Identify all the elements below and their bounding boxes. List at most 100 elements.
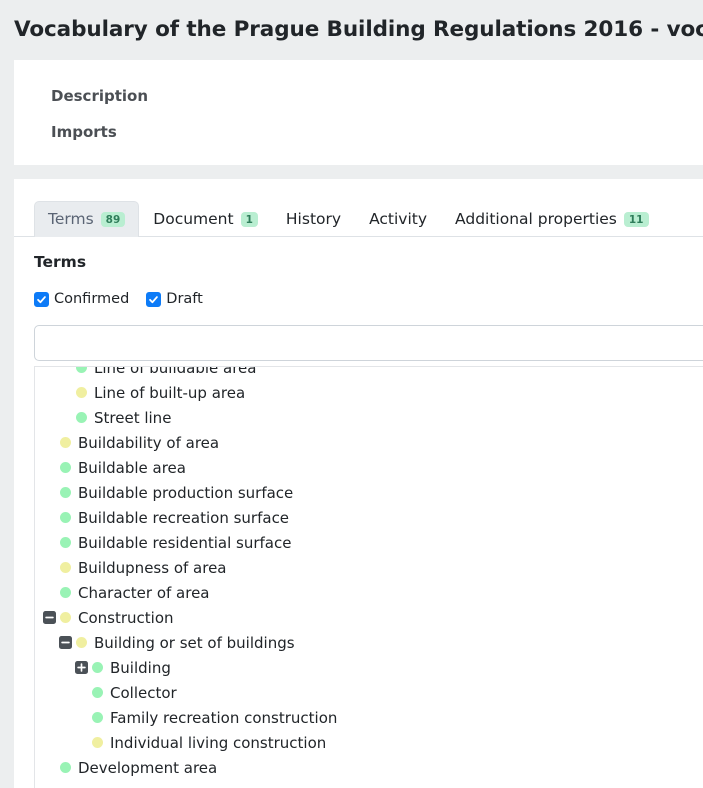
status-dot-confirmed — [60, 487, 71, 498]
checkbox-confirmed[interactable] — [34, 291, 49, 307]
tree-node-label: Line of built-up area — [94, 383, 246, 402]
terms-panel: Terms Confirmed Draft Line of buildable … — [14, 237, 703, 788]
filter-confirmed-label: Confirmed — [54, 291, 130, 307]
tree-node-label: Character of area — [78, 583, 210, 602]
search-input[interactable] — [34, 325, 703, 361]
status-dot-confirmed — [60, 537, 71, 548]
tree-node-label: Collector — [110, 683, 177, 702]
tree-node-label: Buildability of area — [78, 433, 220, 452]
imports-label[interactable]: Imports — [14, 114, 703, 150]
status-dot-draft — [60, 437, 71, 448]
tree-node[interactable]: Family recreation construction — [35, 705, 703, 730]
tree-node[interactable]: Development area — [35, 755, 703, 780]
collapse-icon[interactable] — [59, 636, 72, 649]
tab-label: Document — [153, 209, 234, 228]
tree-node[interactable]: Construction — [35, 605, 703, 630]
tree-node[interactable]: Buildable recreation surface — [35, 505, 703, 530]
tree-node-label: Construction — [78, 608, 174, 627]
status-dot-confirmed — [60, 762, 71, 773]
vocabulary-meta-card: Description Imports — [14, 60, 703, 165]
status-dot-confirmed — [92, 712, 103, 723]
status-dot-confirmed — [92, 662, 103, 673]
tree-node[interactable]: Building or set of buildings — [35, 630, 703, 655]
tree-node-label: Buildable production surface — [78, 483, 294, 502]
tree-node-label: Buildable recreation surface — [78, 508, 290, 527]
status-dot-confirmed — [76, 412, 87, 423]
page-root: Vocabulary of the Prague Building Regula… — [0, 0, 703, 788]
filter-draft-label: Draft — [166, 291, 203, 307]
tabs-card: Terms 89 Document 1 History Activity Additiona… — [14, 179, 703, 788]
tab-activity[interactable]: Activity — [355, 201, 441, 237]
panel-heading: Terms — [34, 253, 87, 271]
tree-node[interactable]: Line of built-up area — [35, 380, 703, 405]
tab-document[interactable]: Document 1 — [139, 201, 272, 237]
tree-node[interactable]: Building — [35, 655, 703, 680]
tree-node[interactable]: Street line — [35, 405, 703, 430]
terms-tree-container[interactable]: Line of buildable area Line of built-up a… — [34, 366, 703, 788]
filter-draft[interactable]: Draft — [146, 291, 203, 307]
tab-bar: Terms 89 Document 1 History Activity Additiona… — [14, 197, 703, 237]
tree-node-label: Building — [110, 658, 171, 677]
status-dot-draft — [60, 562, 71, 573]
tree-node-label: Buildable area — [78, 458, 186, 477]
tab-additional-properties[interactable]: Additional properties 11 — [441, 201, 662, 237]
tree-node-label: Building or set of buildings — [94, 633, 295, 652]
tab-label: Activity — [369, 209, 428, 228]
tree-node-label: Street line — [94, 408, 172, 427]
status-dot-confirmed — [60, 587, 71, 598]
collapse-icon[interactable] — [43, 611, 56, 624]
status-dot-confirmed — [92, 687, 103, 698]
tree-node[interactable]: Line of buildable area — [35, 366, 703, 380]
expand-icon[interactable] — [75, 661, 88, 674]
tree-node-label: Family recreation construction — [110, 708, 338, 727]
status-dot-draft — [76, 637, 87, 648]
tree-node[interactable]: Buildable area — [35, 455, 703, 480]
tree-node[interactable]: Character of area — [35, 580, 703, 605]
tree-node[interactable]: Buildability of area — [35, 430, 703, 455]
tab-badge: 89 — [100, 211, 126, 228]
checkbox-draft[interactable] — [146, 291, 162, 307]
status-filters: Confirmed Draft — [34, 291, 703, 307]
tab-terms[interactable]: Terms 89 — [34, 200, 140, 237]
tab-badge: 11 — [623, 211, 649, 228]
tree-node[interactable]: Buildable production surface — [35, 480, 703, 505]
terms-tree: Line of buildable area Line of built-up a… — [35, 366, 703, 780]
status-dot-draft — [76, 387, 87, 398]
status-dot-confirmed — [60, 462, 71, 473]
tree-node[interactable]: Buildupness of area — [35, 555, 703, 580]
page-header: Vocabulary of the Prague Building Regula… — [0, 0, 703, 60]
tree-node[interactable]: Collector — [35, 680, 703, 705]
tree-node-label: Line of buildable area — [94, 366, 257, 377]
tab-history[interactable]: History — [272, 201, 355, 237]
search-row — [34, 325, 703, 361]
tree-node[interactable]: Buildable residential surface — [35, 530, 703, 555]
tree-node[interactable]: Individual living construction — [35, 730, 703, 755]
description-label[interactable]: Description — [14, 78, 703, 114]
tree-node-label: Buildable residential surface — [78, 533, 292, 552]
tab-badge: 1 — [240, 211, 258, 228]
status-dot-confirmed — [60, 512, 71, 523]
tab-label: Terms — [48, 209, 94, 228]
filter-confirmed[interactable]: Confirmed — [34, 291, 129, 307]
tree-node-label: Development area — [78, 758, 218, 777]
status-dot-draft — [92, 737, 103, 748]
tree-node-label: Individual living construction — [110, 733, 327, 752]
page-title: Vocabulary of the Prague Building Regula… — [14, 17, 703, 43]
status-dot-draft — [60, 612, 71, 623]
tree-node-label: Buildupness of area — [78, 558, 227, 577]
tab-label: History — [285, 209, 342, 228]
